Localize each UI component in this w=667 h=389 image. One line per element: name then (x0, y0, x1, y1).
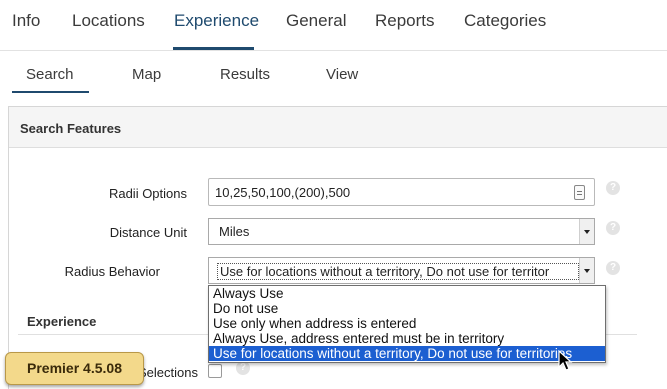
active-tab-indicator (173, 47, 254, 50)
top-nav: Info Locations Experience General Report… (0, 0, 667, 51)
question-mark-icon[interactable]: ? (236, 361, 250, 375)
panel-header: Search Features (9, 107, 667, 148)
active-subtab-indicator (12, 91, 89, 93)
subtab-results[interactable]: Results (220, 66, 270, 83)
premier-version-badge: Premier 4.5.08 (5, 352, 144, 385)
subtab-view[interactable]: View (326, 66, 358, 83)
question-mark-icon[interactable]: ? (606, 261, 620, 275)
tab-categories[interactable]: Categories (464, 11, 546, 31)
dropdown-option-must-be-in-territory[interactable]: Always Use, address entered must be in t… (209, 331, 605, 346)
distance-unit-label: Distance Unit (109, 225, 187, 240)
experience-section-title: Experience (27, 314, 97, 329)
chevron-down-icon[interactable] (579, 219, 594, 244)
tab-experience[interactable]: Experience (174, 11, 259, 31)
panel-title: Search Features (20, 121, 122, 136)
dropdown-option-do-not-use[interactable]: Do not use (209, 301, 605, 316)
chevron-down-icon[interactable] (579, 258, 594, 283)
radius-behavior-label: Radius Behavior (64, 264, 160, 279)
distance-unit-value: Miles (219, 224, 250, 239)
tab-reports[interactable]: Reports (375, 11, 435, 31)
question-mark-icon[interactable]: ? (606, 221, 620, 235)
list-icon[interactable] (574, 185, 585, 200)
radius-behavior-dropdown: Always Use Do not use Use only when addr… (208, 285, 606, 363)
dropdown-option-always-use[interactable]: Always Use (209, 286, 605, 301)
distance-unit-select[interactable]: Miles (208, 218, 595, 245)
mouse-pointer-icon (558, 350, 573, 371)
radius-behavior-select[interactable]: Use for locations without a territory, D… (208, 257, 595, 284)
sub-nav: Search Map Results View (0, 51, 667, 102)
tab-general[interactable]: General (286, 11, 346, 31)
selections-checkbox[interactable] (208, 364, 222, 378)
subtab-search[interactable]: Search (26, 66, 74, 83)
radius-behavior-value: Use for locations without a territory, D… (217, 263, 579, 280)
selections-label: Selections (138, 365, 198, 380)
radii-options-value: 10,25,50,100,(200),500 (215, 185, 351, 200)
question-mark-icon[interactable]: ? (606, 181, 620, 195)
tab-locations[interactable]: Locations (72, 11, 145, 31)
radii-options-label: Radii Options (108, 186, 187, 201)
dropdown-option-without-territory[interactable]: Use for locations without a territory, D… (209, 346, 605, 361)
radii-options-input[interactable]: 10,25,50,100,(200),500 (208, 178, 595, 206)
dropdown-option-address-entered[interactable]: Use only when address is entered (209, 316, 605, 331)
tab-info[interactable]: Info (12, 11, 40, 31)
subtab-map[interactable]: Map (132, 66, 161, 83)
